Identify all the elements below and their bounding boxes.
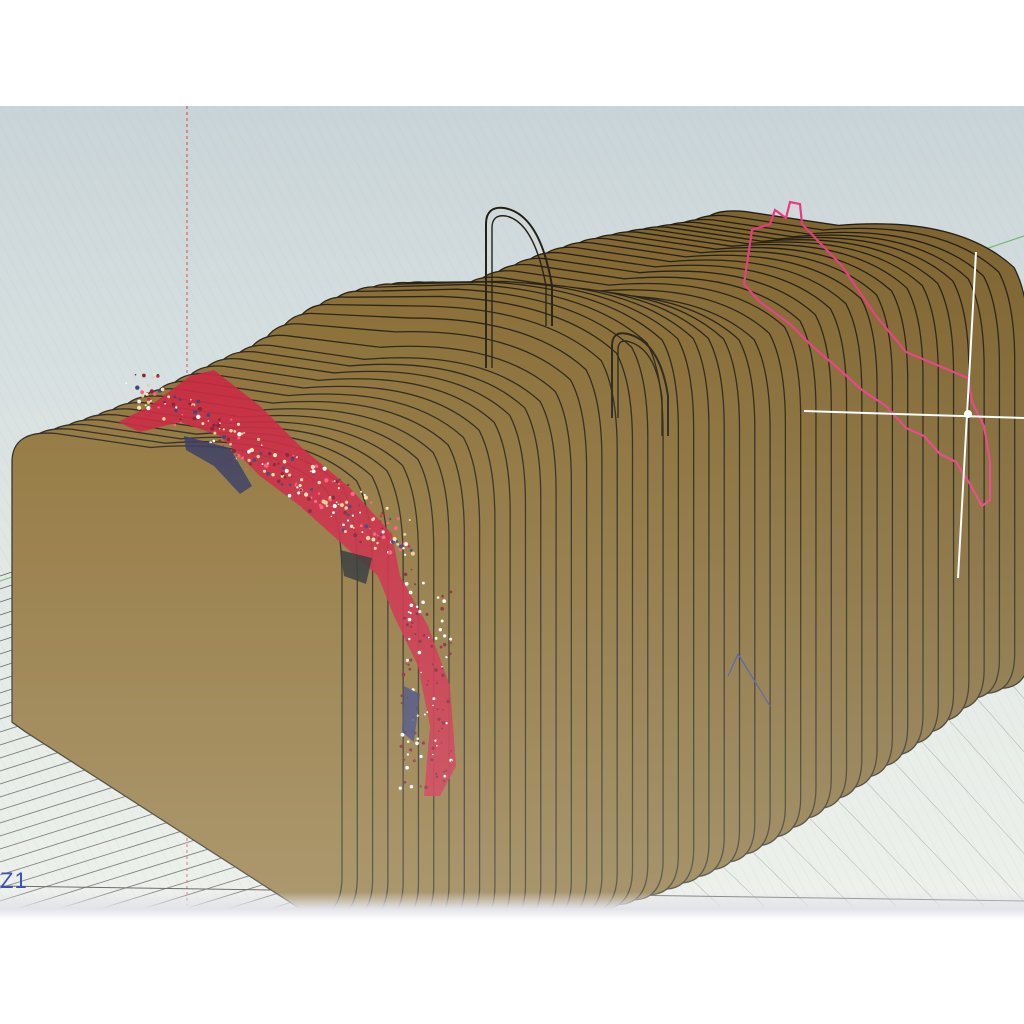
monitor-bezel <box>0 892 1024 920</box>
scene-canvas[interactable] <box>0 106 1024 916</box>
screen-glare <box>0 106 1024 916</box>
viewport-axis-label: Z1 <box>0 868 28 893</box>
cad-3d-viewport[interactable]: Z1 <box>0 106 1024 916</box>
photo-frame: Z1 <box>0 0 1024 1024</box>
